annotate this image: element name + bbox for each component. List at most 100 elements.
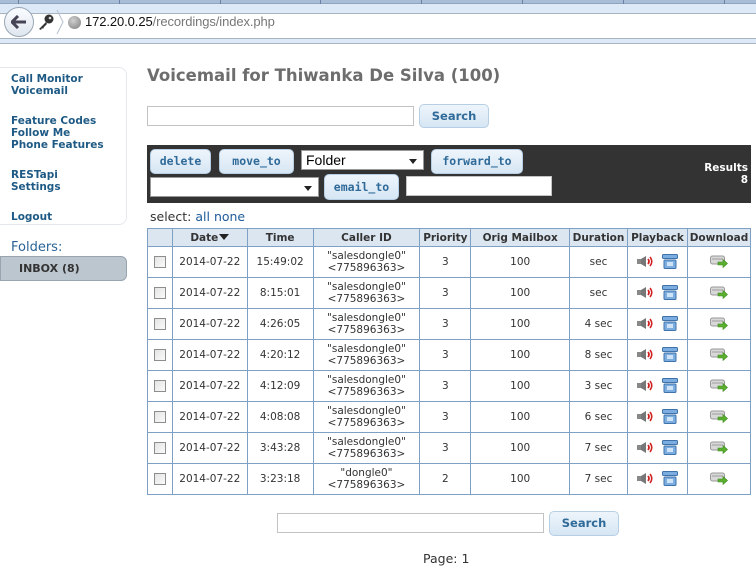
forward-destination-select[interactable] (150, 177, 319, 197)
download-icon[interactable] (709, 285, 728, 299)
speaker-play-icon[interactable] (636, 286, 654, 299)
identity-chevron-icon (56, 9, 64, 35)
download-icon[interactable] (709, 440, 728, 454)
row-checkbox[interactable] (153, 256, 166, 268)
folders-label: Folders: (11, 240, 63, 255)
row-select-cell (147, 370, 173, 402)
results-count: Results 8 (704, 162, 748, 186)
download-icon[interactable] (709, 254, 728, 268)
nav-voicemail[interactable]: Voicemail (11, 85, 126, 97)
cell-caller-id: "salesdongle0" <775896363> (312, 308, 421, 340)
cell-time: 4:26:05 (246, 308, 314, 340)
email-to-button[interactable]: email_to (324, 174, 399, 200)
cell-caller-id: "salesdongle0" <775896363> (312, 339, 421, 371)
email-input[interactable] (406, 176, 552, 196)
speaker-play-icon[interactable] (636, 472, 654, 485)
cell-duration: 7 sec (569, 432, 628, 464)
speaker-play-icon[interactable] (636, 255, 654, 268)
cell-priority: 3 (419, 308, 472, 340)
download-icon[interactable] (709, 471, 728, 485)
forward-to-button[interactable]: forward_to (431, 149, 523, 174)
phone-playback-icon[interactable] (661, 315, 678, 331)
nav-follow-me[interactable]: Follow Me (11, 127, 126, 139)
cell-priority: 3 (419, 339, 472, 371)
back-button[interactable] (4, 7, 34, 37)
cell-duration: 8 sec (569, 339, 628, 371)
cell-playback (626, 432, 688, 464)
folder-select[interactable]: Folder (301, 150, 424, 170)
nav-feature-codes[interactable]: Feature Codes (11, 115, 126, 127)
cell-time: 3:43:28 (246, 432, 314, 464)
speaker-play-icon[interactable] (636, 348, 654, 361)
nav-phone-features[interactable]: Phone Features (11, 139, 126, 151)
cell-priority: 3 (419, 370, 472, 402)
cell-priority: 3 (419, 246, 472, 278)
table-row: 2014-07-22 4:12:09 "salesdongle0" <775896… (147, 370, 752, 402)
nav-restapi[interactable]: RESTapi (11, 169, 126, 181)
cell-caller-id: "salesdongle0" <775896363> (312, 277, 421, 309)
folder-inbox[interactable]: INBOX (8) (0, 256, 127, 281)
row-checkbox[interactable] (153, 349, 166, 361)
row-checkbox[interactable] (153, 473, 166, 485)
nav-logout[interactable]: Logout (11, 211, 126, 223)
cell-download (686, 246, 752, 278)
phone-playback-icon[interactable] (661, 408, 678, 424)
speaker-play-icon[interactable] (636, 441, 654, 454)
speaker-play-icon[interactable] (636, 379, 654, 392)
select-all-link[interactable]: all (195, 209, 210, 224)
row-checkbox[interactable] (153, 442, 166, 454)
row-checkbox[interactable] (153, 411, 166, 423)
download-icon[interactable] (709, 347, 728, 361)
bottom-search-input[interactable] (277, 513, 544, 533)
cell-duration: 7 sec (569, 463, 628, 495)
nav-group-api: RESTapi Settings (11, 169, 126, 193)
download-icon[interactable] (709, 378, 728, 392)
cell-priority: 2 (419, 463, 472, 495)
cell-time: 4:08:08 (246, 401, 314, 433)
url-text[interactable]: 172.20.0.25/recordings/index.php (85, 14, 275, 29)
cell-playback (626, 370, 688, 402)
speaker-play-icon[interactable] (636, 317, 654, 330)
download-icon[interactable] (709, 316, 728, 330)
top-search-button[interactable]: Search (419, 104, 489, 128)
phone-playback-icon[interactable] (661, 253, 678, 269)
cell-playback (626, 308, 688, 340)
download-icon[interactable] (709, 409, 728, 423)
row-checkbox[interactable] (153, 380, 166, 392)
delete-button[interactable]: delete (150, 149, 211, 174)
header-playback: Playback (626, 228, 688, 247)
phone-playback-icon[interactable] (661, 346, 678, 362)
header-caller-id[interactable]: Caller ID (312, 228, 421, 247)
phone-playback-icon[interactable] (661, 284, 678, 300)
cell-time: 3:23:18 (246, 463, 314, 495)
phone-playback-icon[interactable] (661, 377, 678, 393)
nav-group-monitor: Call Monitor Voicemail (11, 73, 126, 97)
move-to-button[interactable]: move_to (219, 149, 294, 174)
nav-call-monitor[interactable]: Call Monitor (11, 73, 126, 85)
cell-priority: 3 (419, 401, 472, 433)
caller-number: <775896363> (327, 355, 406, 367)
key-icon (39, 14, 54, 30)
sidebar-nav: Call Monitor Voicemail Feature Codes Fol… (0, 67, 127, 225)
select-none-link[interactable]: none (214, 209, 245, 224)
row-checkbox[interactable] (153, 318, 166, 330)
caller-number: <775896363> (327, 293, 406, 305)
caller-number: <775896363> (327, 448, 406, 460)
header-orig-mailbox[interactable]: Orig Mailbox (470, 228, 571, 247)
row-checkbox[interactable] (153, 287, 166, 299)
table-row: 2014-07-22 3:43:28 "salesdongle0" <775896… (147, 432, 752, 464)
speaker-play-icon[interactable] (636, 410, 654, 423)
nav-settings[interactable]: Settings (11, 181, 126, 193)
cell-date: 2014-07-22 (171, 401, 248, 433)
header-priority[interactable]: Priority (419, 228, 472, 247)
header-time[interactable]: Time (246, 228, 314, 247)
caller-name: "salesdongle0" (327, 374, 406, 386)
bottom-search-button[interactable]: Search (549, 511, 619, 536)
top-search-input[interactable] (147, 106, 414, 126)
header-duration[interactable]: Duration (569, 228, 628, 247)
header-date[interactable]: Date (171, 228, 248, 247)
phone-playback-icon[interactable] (661, 470, 678, 486)
table-row: 2014-07-22 3:23:18 "dongle0" <775896363> … (147, 463, 752, 495)
cell-time: 8:15:01 (246, 277, 314, 309)
phone-playback-icon[interactable] (661, 439, 678, 455)
